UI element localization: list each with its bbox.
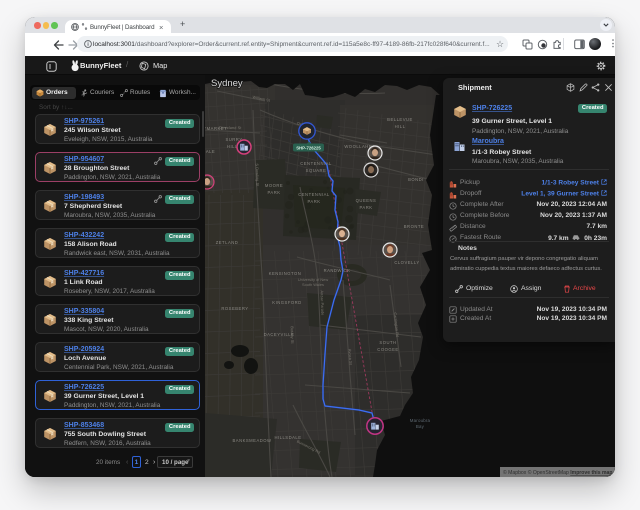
- svg-text:SOUTH: SOUTH: [379, 340, 396, 345]
- svg-text:KENSINGTON: KENSINGTON: [269, 271, 302, 276]
- svg-text:CLOVELLY: CLOVELLY: [394, 260, 419, 265]
- svg-text:SQUARE: SQUARE: [306, 168, 327, 173]
- svg-text:South Wales: South Wales: [302, 282, 324, 287]
- svg-text:S Dowling St: S Dowling St: [255, 163, 260, 187]
- svg-text:Maroubra: Maroubra: [410, 418, 431, 423]
- svg-text:HILLSDALE: HILLSDALE: [274, 435, 301, 440]
- svg-text:HAYMARKET: HAYMARKET: [205, 126, 227, 131]
- svg-text:BRONTE: BRONTE: [404, 224, 424, 229]
- svg-text:BELLEVUE: BELLEVUE: [387, 117, 413, 122]
- svg-text:PARK: PARK: [267, 190, 280, 195]
- svg-text:BANKSMEADOW: BANKSMEADOW: [232, 438, 271, 443]
- svg-text:Bay: Bay: [416, 424, 425, 429]
- svg-text:SHP-726225: SHP-726225: [296, 145, 321, 150]
- svg-text:HILL: HILL: [395, 124, 406, 129]
- svg-text:PARK: PARK: [307, 199, 320, 204]
- svg-text:ROSEBERY: ROSEBERY: [221, 306, 248, 311]
- svg-text:QUEENS: QUEENS: [356, 198, 377, 203]
- svg-text:RANDWICK: RANDWICK: [324, 268, 351, 273]
- svg-text:CENTENNIAL: CENTENNIAL: [298, 192, 330, 197]
- svg-text:© Mapbox © OpenStreetMap Impro: © Mapbox © OpenStreetMap Improve this ma…: [503, 469, 612, 476]
- svg-text:CENTENNIAL: CENTENNIAL: [300, 161, 332, 166]
- svg-text:DACEYVILLE: DACEYVILLE: [264, 332, 295, 337]
- svg-text:COOGEE: COOGEE: [377, 347, 398, 352]
- svg-text:NDALE: NDALE: [205, 149, 215, 154]
- svg-text:MOORE: MOORE: [265, 183, 283, 188]
- svg-text:ZETLAND: ZETLAND: [216, 240, 239, 245]
- svg-text:BONDI: BONDI: [408, 177, 424, 182]
- svg-text:PARK: PARK: [359, 205, 372, 210]
- svg-text:Sydney: Sydney: [211, 78, 243, 89]
- svg-text:KINGSFORD: KINGSFORD: [272, 300, 301, 305]
